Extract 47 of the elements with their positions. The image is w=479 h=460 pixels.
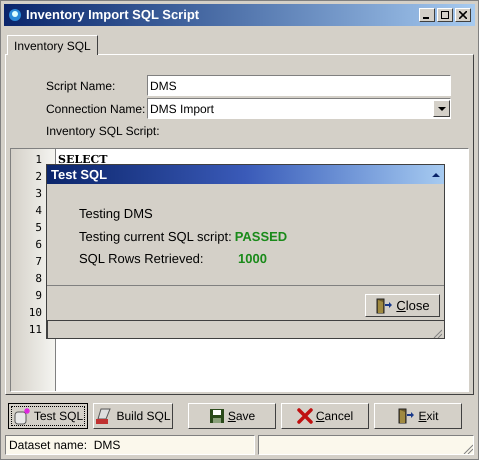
close-icon (459, 11, 467, 19)
line-number: 10 (28, 305, 42, 321)
line-number: 4 (35, 203, 42, 219)
row-count: 1000 (238, 250, 267, 268)
line-number: 7 (35, 254, 42, 270)
dialog-title: Test SQL (51, 166, 108, 184)
exit-button[interactable]: Exit (374, 403, 462, 429)
cross-icon (296, 408, 313, 424)
database-icon (12, 407, 31, 425)
close-button[interactable] (455, 8, 471, 22)
door-exit-icon (375, 296, 394, 314)
line-number: 9 (35, 288, 42, 304)
sql-editor[interactable]: 1 2 3 4 5 6 7 8 9 10 11 SELECT Test SQL Testing DMS Testing current SQL script: PASSED SQL Rows Retrieved: 1000 Close (10, 148, 469, 392)
connection-dropdown[interactable]: DMS Import (147, 98, 451, 119)
door-exit-icon (397, 407, 416, 425)
result-text: PASSED (234, 228, 288, 246)
collapse-arrow-icon (432, 172, 440, 176)
dropdown-arrow-icon (438, 106, 446, 110)
line-number: 8 (35, 271, 42, 287)
build-sql-icon (95, 407, 114, 425)
status-text: Testing current SQL script: (79, 228, 232, 246)
line-number: 5 (35, 220, 42, 236)
field-label: Script Name: (46, 78, 116, 94)
maximize-icon (441, 11, 449, 19)
minimize-button[interactable] (419, 8, 435, 22)
script-name-field[interactable]: DMS (147, 75, 451, 96)
test-sql-button[interactable]: Test SQL (8, 403, 88, 429)
line-number: 6 (35, 237, 42, 253)
line-number: 2 (35, 169, 42, 185)
line-number: 11 (28, 322, 42, 338)
status-text: SQL Rows Retrieved: (79, 250, 205, 268)
line-number: 3 (35, 186, 42, 202)
build-sql-button[interactable]: Build SQL (93, 403, 173, 429)
status-text: Dataset name: DMS (9, 437, 120, 454)
line-number: 1 (35, 152, 42, 168)
resize-grip-icon (432, 328, 442, 338)
close-button[interactable]: Close (365, 294, 440, 317)
app-icon (8, 8, 22, 22)
tab[interactable]: Inventory SQL (7, 35, 98, 55)
cancel-button[interactable]: Cancel (281, 403, 369, 429)
status-text: Testing DMS (79, 205, 154, 223)
field-label: Connection Name: (46, 100, 146, 118)
save-button[interactable]: Save (188, 403, 276, 429)
field-label: Inventory SQL Script: (46, 123, 161, 140)
maximize-button[interactable] (437, 8, 453, 22)
code-line: SELECT (58, 152, 108, 168)
window-title: Inventory Import SQL Script (26, 6, 200, 24)
